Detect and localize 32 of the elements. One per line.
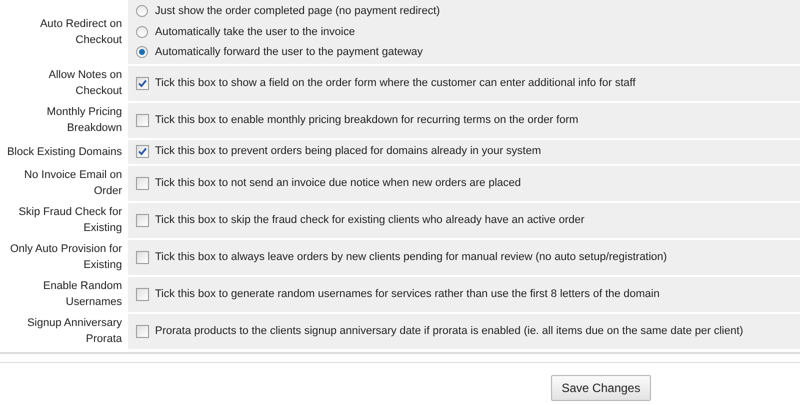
option-label: Tick this box to prevent orders being placed for domains already in your system <box>155 144 541 160</box>
checkbox[interactable] <box>136 214 149 226</box>
option-label: Automatically take the user to the invoice <box>155 24 355 40</box>
setting-label: Block Existing Domains <box>7 144 122 160</box>
option-label: Tick this box to skip the fraud check for existing clients who already have an active order <box>155 212 584 228</box>
setting-label: Allow Notes on Checkout <box>48 68 122 99</box>
checkbox[interactable] <box>136 114 149 126</box>
option-label: Tick this box to not send an invoice due notice when new orders are placed <box>155 176 521 191</box>
option-label: Prorata products to the clients signup anniversary date if prorata is enabled (ie. all items due on the same date per client) <box>155 324 744 339</box>
save-changes-button[interactable]: Save Changes <box>551 374 651 400</box>
option-label: Tick this box to show a field on the order form where the customer can enter additional info for staff <box>155 76 636 91</box>
setting-label: No Invoice Email on Order <box>23 168 122 199</box>
radio-button[interactable] <box>136 46 148 58</box>
checkbox[interactable] <box>136 145 149 158</box>
option-label: Automatically forward the user to the payment gateway <box>155 45 423 60</box>
option-label: Tick this box to enable monthly pricing breakdown for recurring terms on the order form <box>155 112 578 128</box>
setting-label: Skip Fraud Check for Existing <box>18 205 122 236</box>
setting-label: Enable Random Usernames <box>42 279 122 310</box>
checkbox[interactable] <box>136 250 149 264</box>
option-label: Tick this box to generate random usernames for services rather than use the first 8 letters of the domain <box>155 286 660 302</box>
option-label: Tick this box to always leave orders by new clients pending for manual review (no auto setup/registration) <box>155 250 667 265</box>
setting-label: Only Auto Provision for Existing <box>9 242 122 273</box>
checkbox[interactable] <box>136 176 149 190</box>
setting-label: Auto Redirect on Checkout <box>39 16 122 48</box>
setting-label: Signup Anniversary Prorata <box>26 316 122 347</box>
radio-button[interactable] <box>136 26 148 38</box>
checkbox[interactable] <box>136 288 149 300</box>
setting-label: Monthly Pricing Breakdown <box>46 105 122 136</box>
option-label: Just show the order completed page (no payment redirect) <box>155 4 440 19</box>
radio-button[interactable] <box>136 5 148 18</box>
checkbox[interactable] <box>136 76 149 90</box>
checkbox[interactable] <box>136 324 149 338</box>
